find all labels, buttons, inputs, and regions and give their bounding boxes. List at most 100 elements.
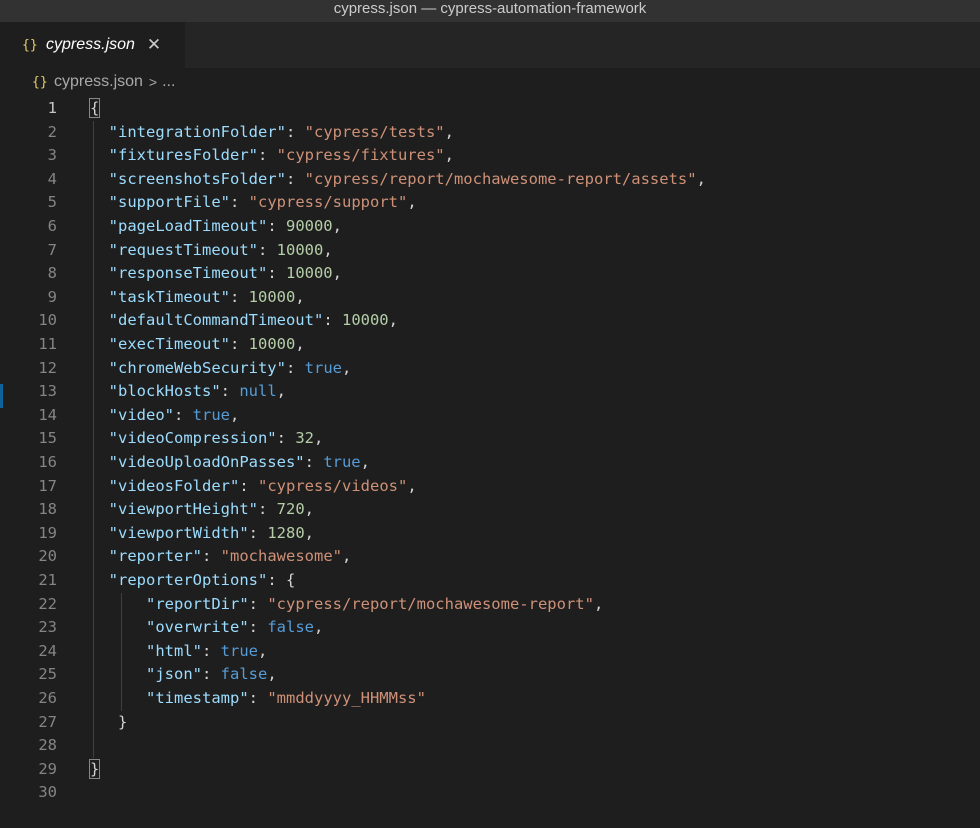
code-line[interactable]: 16 "videoUploadOnPasses": true,	[0, 451, 980, 475]
json-literal: true	[304, 358, 342, 377]
line-number: 13	[38, 382, 57, 401]
code-text: "defaultCommandTimeout": 10000,	[90, 309, 398, 333]
code-line[interactable]: 3 "fixturesFolder": "cypress/fixtures",	[0, 144, 980, 168]
punctuation: :	[257, 146, 277, 165]
code-text: "blockHosts": null,	[90, 380, 286, 404]
code-line[interactable]: 20 "reporter": "mochawesome",	[0, 545, 980, 569]
json-string: "cypress/tests"	[304, 122, 445, 141]
punctuation: :	[248, 689, 268, 707]
code-line[interactable]: 17 "videosFolder": "cypress/videos",	[0, 475, 980, 499]
code-line[interactable]: 10 "defaultCommandTimeout": 10000,	[0, 309, 980, 333]
line-number: 29	[38, 759, 57, 778]
json-key: "viewportHeight"	[108, 500, 258, 519]
line-number: 18	[38, 500, 57, 519]
line-number: 10	[38, 311, 57, 330]
punctuation: ,	[258, 641, 268, 660]
code-line[interactable]: 7 "requestTimeout": 10000,	[0, 239, 980, 263]
code-text: "fixturesFolder": "cypress/fixtures",	[90, 144, 454, 168]
code-line[interactable]: 4 "screenshotsFolder": "cypress/report/m…	[0, 168, 980, 192]
code-line[interactable]: 2 "integrationFolder": "cypress/tests",	[0, 121, 980, 145]
code-line[interactable]: 30	[0, 781, 980, 805]
code-line[interactable]: 27 }	[0, 711, 980, 735]
code-text: "viewportHeight": 720,	[90, 498, 314, 522]
json-braces-icon: {}	[22, 37, 38, 53]
code-text: "chromeWebSecurity": true,	[90, 357, 352, 381]
line-number: 26	[38, 689, 57, 707]
line-number: 21	[38, 571, 57, 589]
punctuation: :	[267, 217, 286, 235]
json-key: "videoCompression"	[108, 429, 277, 448]
code-line[interactable]: 1{	[0, 97, 980, 121]
json-key: "fixturesFolder"	[108, 146, 258, 165]
json-number: 32	[295, 429, 314, 448]
json-key: "requestTimeout"	[108, 240, 258, 259]
punctuation: ,	[314, 618, 324, 637]
code-line[interactable]: 19 "viewportWidth": 1280,	[0, 522, 980, 546]
code-line[interactable]: 15 "videoCompression": 32,	[0, 427, 980, 451]
tab-cypress-json[interactable]: {} cypress.json ✕	[0, 22, 185, 68]
code-line[interactable]: 26 "timestamp": "mmddyyyy_HHMMss"	[0, 687, 980, 711]
code-text: "responseTimeout": 10000,	[90, 262, 342, 286]
line-number: 22	[38, 594, 57, 613]
json-string: "cypress/support"	[248, 193, 408, 212]
json-key: "reporterOptions"	[108, 571, 268, 589]
punctuation: : {	[267, 571, 296, 589]
tab-bar: {} cypress.json ✕	[0, 22, 980, 68]
code-text: "viewportWidth": 1280,	[90, 522, 314, 546]
breadcrumb-more[interactable]: ...	[162, 73, 175, 91]
close-icon[interactable]: ✕	[147, 35, 161, 55]
code-text: {	[88, 97, 101, 121]
code-line[interactable]: 11 "execTimeout": 10000,	[0, 333, 980, 357]
json-number: 720	[276, 500, 305, 519]
code-text: "screenshotsFolder": "cypress/report/moc…	[90, 168, 706, 192]
code-line[interactable]: 13 "blockHosts": null,	[0, 380, 980, 404]
code-line[interactable]: 29}	[0, 758, 980, 782]
code-text: "execTimeout": 10000,	[90, 333, 305, 357]
punctuation: ,	[444, 122, 454, 141]
code-line[interactable]: 23 "overwrite": false,	[0, 616, 980, 640]
code-text: "videoCompression": 32,	[90, 427, 324, 451]
json-literal: true	[323, 453, 361, 471]
code-line[interactable]: 9 "taskTimeout": 10000,	[0, 286, 980, 310]
code-line[interactable]: 18 "viewportHeight": 720,	[0, 498, 980, 522]
code-line[interactable]: 14 "video": true,	[0, 404, 980, 428]
punctuation: ,	[276, 382, 286, 401]
json-braces-icon: {}	[32, 74, 48, 90]
punctuation: :	[248, 523, 268, 542]
code-line[interactable]: 8 "responseTimeout": 10000,	[0, 262, 980, 286]
json-key: "html"	[146, 641, 202, 660]
line-number: 16	[38, 453, 57, 471]
code-text: "html": true,	[90, 640, 267, 664]
window-title: cypress.json — cypress-automation-framew…	[0, 0, 980, 22]
punctuation: :	[267, 264, 286, 283]
indent-guide	[121, 592, 122, 711]
code-text: "taskTimeout": 10000,	[90, 286, 305, 310]
code-line[interactable]: 25 "json": false,	[0, 663, 980, 687]
punctuation: ,	[342, 547, 352, 566]
json-key: "screenshotsFolder"	[108, 169, 286, 188]
code-line[interactable]: 28	[0, 734, 980, 758]
punctuation: :	[239, 476, 258, 495]
punctuation: :	[276, 429, 296, 448]
json-literal: false	[267, 618, 314, 637]
json-literal: true	[192, 405, 230, 424]
punctuation: }	[90, 712, 128, 731]
code-line[interactable]: 6 "pageLoadTimeout": 90000,	[0, 215, 980, 239]
punctuation: ,	[295, 335, 305, 353]
punctuation: :	[174, 405, 193, 424]
line-number: 7	[47, 240, 57, 259]
breadcrumb-file[interactable]: cypress.json	[54, 73, 143, 91]
code-line[interactable]: 21 "reporterOptions": {	[0, 569, 980, 593]
code-text: "reporter": "mochawesome",	[90, 545, 352, 569]
json-number: 10000	[276, 240, 324, 259]
json-key: "json"	[146, 665, 202, 684]
code-line[interactable]: 12 "chromeWebSecurity": true,	[0, 357, 980, 381]
code-line[interactable]: 5 "supportFile": "cypress/support",	[0, 191, 980, 215]
code-editor[interactable]: 1{2 "integrationFolder": "cypress/tests"…	[0, 96, 980, 828]
code-line[interactable]: 22 "reportDir": "cypress/report/mochawes…	[0, 593, 980, 617]
json-key: "videoUploadOnPasses"	[108, 453, 305, 471]
code-line[interactable]: 24 "html": true,	[0, 640, 980, 664]
json-key: "integrationFolder"	[108, 122, 286, 141]
punctuation: ,	[360, 453, 370, 471]
punctuation: ,	[267, 665, 277, 684]
